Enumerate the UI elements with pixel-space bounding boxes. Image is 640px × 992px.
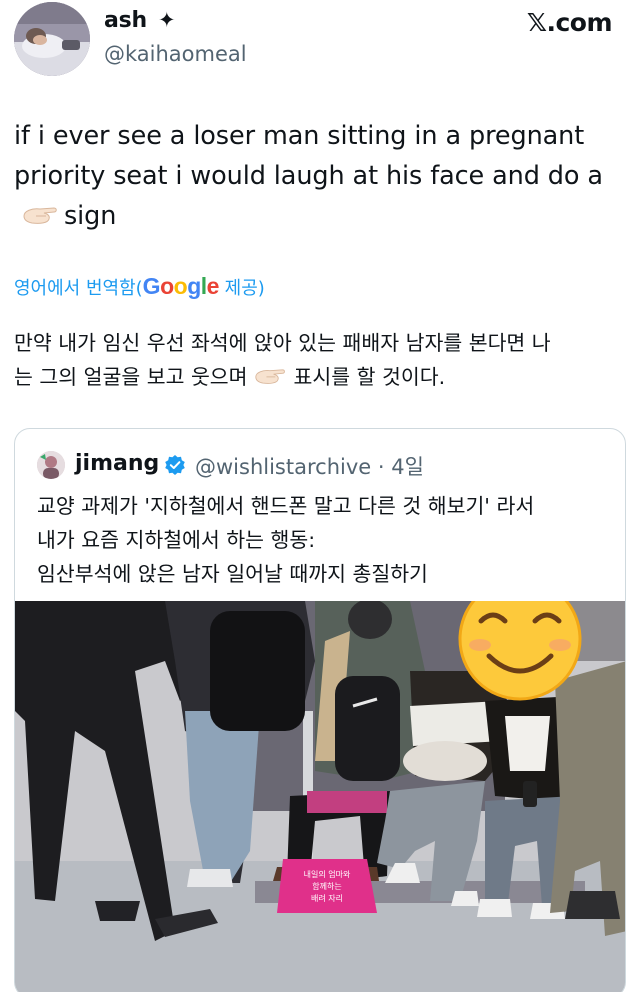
quoted-line: 교양 과제가 '지하철에서 핸드폰 말고 다른 것 해보기' 라서 xyxy=(37,494,535,518)
translation-credit[interactable]: 영어에서 번역함(Google 제공) xyxy=(14,273,265,300)
tweet-line-end: sign xyxy=(64,201,117,231)
google-letter: g xyxy=(187,273,201,299)
google-letter: e xyxy=(206,273,220,299)
author-display-name[interactable]: ash xyxy=(104,8,147,33)
pinching-hand-emoji xyxy=(23,207,57,224)
translation-line: 는 그의 얼굴을 보고 웃으며 표시를 할 것이다. xyxy=(14,365,446,389)
tweet-line: if i ever see a loser man sitting in a p… xyxy=(14,121,585,151)
quoted-tweet-card[interactable]: jimang @wishlistarchive · 4일 교양 과제가 '지하철… xyxy=(14,428,626,992)
author-handle[interactable]: @kaihaomeal xyxy=(104,42,247,66)
subway-car-photo[interactable]: 내일의 엄마와 함께하는 배려 자리 xyxy=(15,601,626,992)
quoted-author-name[interactable]: jimang xyxy=(75,451,159,476)
translation-line: 만약 내가 임신 우선 좌석에 앉아 있는 패배자 남자를 본다면 나 xyxy=(14,331,551,355)
tweet-text: if i ever see a loser man sitting in a p… xyxy=(14,116,626,236)
tweet-header: ash ✦ @kaihaomeal 𝕏.com xyxy=(0,0,640,90)
profile-photo xyxy=(14,2,90,76)
quoted-line: 내가 요즘 지하철에서 하는 행동: xyxy=(37,528,316,552)
translation-credit-prefix: 영어에서 번역함( xyxy=(14,278,143,299)
avatar-image xyxy=(37,451,65,479)
seat-sign-text: 배려 자리 xyxy=(311,893,343,903)
seat-sign-text: 내일의 엄마와 xyxy=(304,869,351,879)
quoted-author-avatar[interactable] xyxy=(37,451,65,479)
translated-text: 만약 내가 임신 우선 좌석에 앉아 있는 패배자 남자를 본다면 나 는 그의… xyxy=(14,326,626,394)
pinching-hand-emoji xyxy=(254,369,285,384)
verified-badge-icon xyxy=(165,455,185,475)
google-letter: o xyxy=(160,273,174,299)
google-letter: G xyxy=(142,273,161,299)
author-avatar[interactable] xyxy=(14,2,90,76)
tweet-line: priority seat i would laugh at his face … xyxy=(14,161,603,191)
quoted-line: 임산부석에 앉은 남자 일어날 때까지 총질하기 xyxy=(37,562,428,586)
quoted-handle-date[interactable]: @wishlistarchive · 4일 xyxy=(195,451,424,481)
google-logo: Google xyxy=(142,273,220,299)
seat-sign-text: 함께하는 xyxy=(312,881,341,891)
tweet-line: sign xyxy=(14,196,626,236)
translation-credit-suffix: 제공) xyxy=(218,278,265,299)
name-badge-icon: ✦ xyxy=(158,8,176,32)
site-label: 𝕏.com xyxy=(526,8,613,37)
google-letter: o xyxy=(173,273,188,299)
quoted-tweet-text: 교양 과제가 '지하철에서 핸드폰 말고 다른 것 해보기' 라서 내가 요즘 … xyxy=(37,489,617,591)
